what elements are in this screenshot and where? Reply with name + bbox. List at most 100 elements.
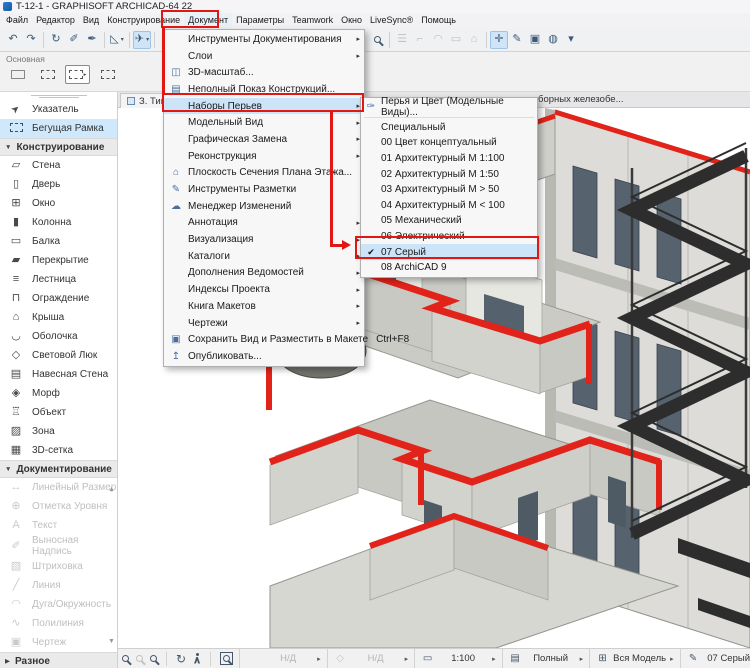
snap-guides-icon[interactable]: ✛ <box>490 31 508 49</box>
pen-set-item-7[interactable]: 04 Архитектурный М < 100 <box>361 198 537 214</box>
orbit-icon[interactable]: ↻ <box>176 653 186 665</box>
toolbox-section-2[interactable]: ▼Конструирование <box>0 138 117 156</box>
menubar-item-10[interactable]: Помощь <box>417 13 460 28</box>
menubar-item-1[interactable]: Файл <box>2 13 32 28</box>
doc-menu-item-9[interactable]: ✎Инструменты Разметки <box>164 181 364 198</box>
partial-structure-field[interactable]: ⊞Вся Модель▸ <box>589 649 680 668</box>
doc-menu-item-16[interactable]: Книга Макетов▸ <box>164 298 364 315</box>
doc-menu-item-17[interactable]: Чертежи▸ <box>164 315 364 332</box>
marquee-option-single[interactable] <box>5 65 30 84</box>
pen-set-item-0[interactable]: ✑Перья и Цвет (Модельные Виды)... <box>361 99 537 115</box>
pen-set-item-3[interactable]: 00 Цвет концептуальный <box>361 135 537 151</box>
menubar-item-3[interactable]: Вид <box>79 13 103 28</box>
menubar-item-4[interactable]: Конструирование <box>103 13 184 28</box>
pen-set-item-6[interactable]: 03 Архитектурный М > 50 <box>361 182 537 198</box>
doc-menu-item-18[interactable]: ▣Сохранить Вид и Разместить в МакетеCtrl… <box>164 331 364 348</box>
structure-display-field[interactable]: ▤Полный▸ <box>502 649 590 668</box>
tool-arc-circle[interactable]: ◠Дуга/Окружность <box>0 595 117 614</box>
tool-column[interactable]: ▮Колонна <box>0 213 117 232</box>
goodies-icon[interactable]: ◍ <box>544 31 562 49</box>
rotate-view-icon[interactable]: ↻ <box>47 31 65 49</box>
tool-fill-hatch[interactable]: ▧Штриховка <box>0 557 117 576</box>
menubar-item-9[interactable]: LiveSync® <box>366 13 417 28</box>
toolbox-drag-handle[interactable] <box>0 92 117 100</box>
tool-zone[interactable]: ▨Зона <box>0 422 117 441</box>
doc-menu-item-8[interactable]: ⌂Плоскость Сечения Плана Этажа... <box>164 165 364 182</box>
tool-slab[interactable]: ▰Перекрытие <box>0 251 117 270</box>
menubar-item-8[interactable]: Окно <box>337 13 366 28</box>
fly-mode-icon[interactable]: ✈▾ <box>133 31 151 49</box>
doc-menu-item-6[interactable]: Графическая Замена▸ <box>164 131 364 148</box>
tool-dimension[interactable]: ↔Линейный Размер <box>0 478 117 497</box>
pen-set-item-11[interactable]: 08 ArchiCAD 9 <box>361 260 537 276</box>
tool-railing[interactable]: ⊓Ограждение <box>0 289 117 308</box>
pen-set-item-9[interactable]: 06 Электрический <box>361 229 537 245</box>
menubar-item-7[interactable]: Teamwork <box>288 13 337 28</box>
tool-skylight[interactable]: ◇Световой Люк <box>0 346 117 365</box>
tool-door[interactable]: ▯Дверь <box>0 175 117 194</box>
doc-menu-item-0[interactable]: Инструменты Документирования▸ <box>164 31 364 48</box>
tool-beam[interactable]: ▭Балка <box>0 232 117 251</box>
corner-icon[interactable]: ⌐ <box>411 31 429 49</box>
doc-menu-item-1[interactable]: Слои▸ <box>164 48 364 65</box>
doc-menu-item-10[interactable]: ☁Менеджер Изменений <box>164 198 364 215</box>
layouts-icon[interactable]: ▣ <box>526 31 544 49</box>
doc-menu-item-19[interactable]: ↥Опубликовать... <box>164 348 364 365</box>
pen-set-item-4[interactable]: 01 Архитектурный М 1:100 <box>361 151 537 167</box>
tool-level-mark[interactable]: ⊕Отметка Уровня <box>0 497 117 516</box>
marquee-option-dashed[interactable] <box>35 65 60 84</box>
doc-menu-item-2[interactable]: ◫3D-масштаб... <box>164 64 364 81</box>
doc-menu-item-pen-sets[interactable]: Наборы Перьев▸ <box>164 98 364 115</box>
marquee-option-current[interactable]: ▸ <box>65 65 90 84</box>
doc-menu-item-3[interactable]: ▤Неполный Показ Конструкций... <box>164 81 364 98</box>
redo-icon[interactable]: ↷ <box>22 31 40 49</box>
tool-stair[interactable]: ≡Лестница <box>0 270 117 289</box>
annotate-icon[interactable]: ✎ <box>508 31 526 49</box>
more-tools-icon[interactable]: ▾ <box>562 31 580 49</box>
doc-menu-item-5[interactable]: Модельный Вид▸ <box>164 114 364 131</box>
toolbox-scroll-down[interactable]: ▼ <box>108 638 115 645</box>
pen-set-item-2[interactable]: Специальный <box>361 120 537 136</box>
offset-icon[interactable]: ▭ <box>447 31 465 49</box>
tool-label[interactable]: ✐Выносная Надпись <box>0 535 117 557</box>
next-zoom-icon[interactable] <box>136 655 143 662</box>
tool-window[interactable]: ⊞Окно <box>0 194 117 213</box>
find-select-icon[interactable] <box>368 31 386 49</box>
pen-set-item-8[interactable]: 05 Механический <box>361 213 537 229</box>
tool-morph[interactable]: ◈Морф <box>0 384 117 403</box>
pen-set-item-07-gray[interactable]: ✔07 Серый <box>361 244 537 260</box>
fit-in-window-icon[interactable] <box>220 652 233 665</box>
tool-marquee[interactable]: Бегущая Рамка <box>0 119 117 138</box>
tool-wall[interactable]: ▱Стена <box>0 156 117 175</box>
previous-zoom-icon[interactable] <box>122 655 129 662</box>
menubar-item-2[interactable]: Редактор <box>32 13 79 28</box>
tool-drawing[interactable]: ▣Чертеж <box>0 633 117 652</box>
guide-lines-icon[interactable]: ◺▾ <box>108 31 126 49</box>
marquee-option-thick[interactable] <box>95 65 120 84</box>
tool-polyline[interactable]: ∿Полилиния <box>0 614 117 633</box>
toolbox-scroll-up[interactable]: ▲ <box>108 486 115 493</box>
tool-line[interactable]: ╱Линия <box>0 576 117 595</box>
toolbox-section-19[interactable]: ▼Документирование <box>0 460 117 478</box>
align-icon[interactable]: ☰ <box>393 31 411 49</box>
undo-icon[interactable]: ↶ <box>4 31 22 49</box>
doc-menu-item-15[interactable]: Индексы Проекта▸ <box>164 281 364 298</box>
scale-field[interactable]: ▭1:100▸ <box>414 649 502 668</box>
increase-zoom-icon[interactable] <box>150 655 157 662</box>
tool-pointer[interactable]: ➤Указатель <box>0 100 117 119</box>
doc-menu-item-14[interactable]: Дополнения Ведомостей▸ <box>164 265 364 282</box>
menubar-item-5[interactable]: Документ <box>184 13 232 28</box>
tool-text[interactable]: AТекст <box>0 516 117 535</box>
tool-roof[interactable]: ⌂Крыша <box>0 308 117 327</box>
pen-set-item-5[interactable]: 02 Архитектурный М 1:50 <box>361 166 537 182</box>
pick-up-parameters-icon[interactable]: ✐ <box>65 31 83 49</box>
doc-menu-item-7[interactable]: Реконструкция▸ <box>164 148 364 165</box>
doc-menu-item-12[interactable]: Визуализация▸ <box>164 231 364 248</box>
explore-icon[interactable] <box>193 653 201 664</box>
doc-menu-item-13[interactable]: Каталоги▸ <box>164 248 364 265</box>
fillet-icon[interactable]: ◠ <box>429 31 447 49</box>
tool-object[interactable]: ♖Объект <box>0 403 117 422</box>
menubar-item-6[interactable]: Параметры <box>232 13 288 28</box>
inject-parameters-icon[interactable]: ✒ <box>83 31 101 49</box>
pen-set-field[interactable]: ✎07 Серый▸ <box>680 649 750 668</box>
